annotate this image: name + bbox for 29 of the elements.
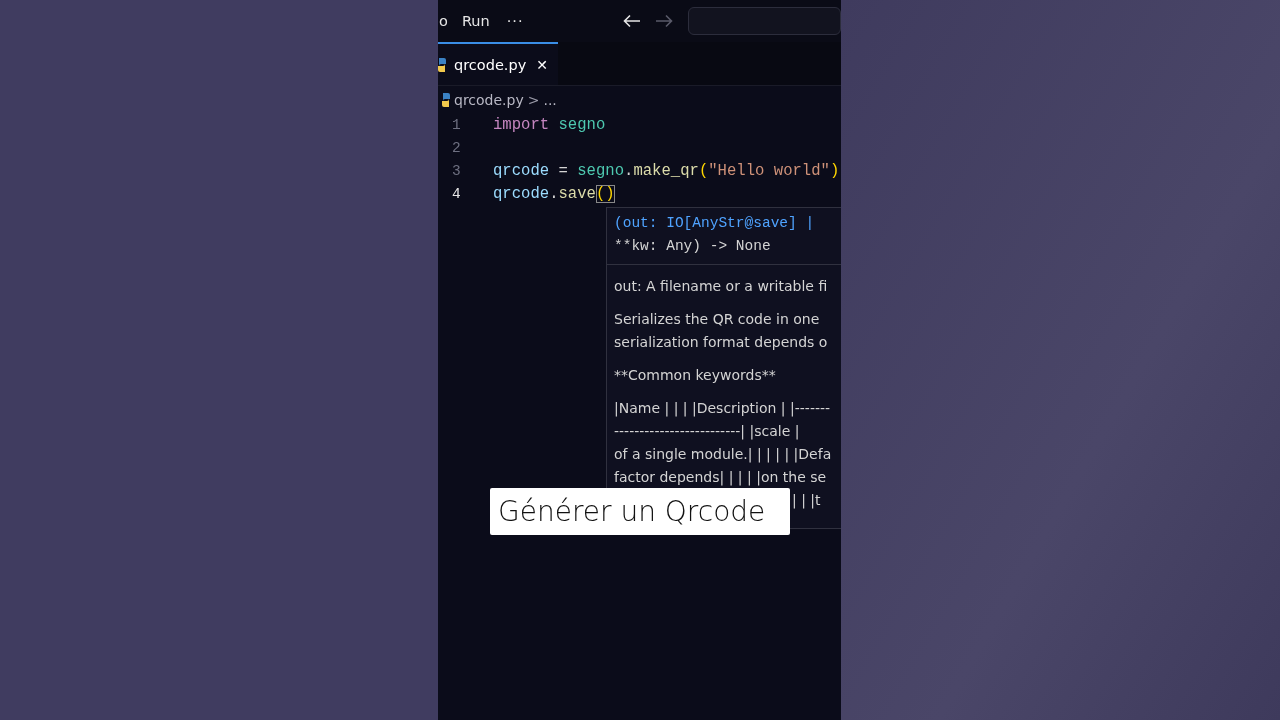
doc-text: of a single module.| | | | | |Defa (614, 445, 833, 465)
doc-text: **Common keywords** (614, 366, 777, 385)
breadcrumb-item[interactable]: ... (543, 92, 557, 108)
signature-line: (out: IO[AnyStr@save] | (614, 214, 816, 233)
search-field[interactable] (687, 7, 841, 35)
menu-item[interactable]: Run (461, 13, 490, 29)
line-number: 4 (451, 185, 462, 204)
back-arrow-icon[interactable] (622, 14, 641, 28)
file-type-icon (438, 57, 446, 72)
signature-line: **kw: Any) -> None (614, 237, 772, 256)
close-icon[interactable]: ✕ (536, 56, 548, 73)
doc-text: factor depends| | | | |on the se (614, 468, 828, 488)
line-number: 1 (451, 116, 462, 135)
caption-overlay: Générer un Qrcode (490, 488, 790, 535)
menu-item[interactable]: o (439, 13, 448, 29)
file-tab[interactable]: qrcode.py ✕ (438, 42, 558, 85)
more-menu[interactable]: ··· (506, 13, 524, 29)
code-line: import segno (493, 115, 606, 136)
doc-text: out: A filename or a writable fi (614, 277, 829, 296)
breadcrumb-separator: > (527, 92, 540, 108)
line-number: 2 (451, 139, 462, 158)
line-number: 3 (451, 162, 462, 181)
breadcrumb-item[interactable]: qrcode.py (454, 92, 524, 108)
doc-text: |Name | | | |Description | |------- (614, 399, 832, 419)
doc-text: Serializes the QR code in one (614, 310, 821, 329)
code-line: qrcode = segno.make_qr("Hello world") (493, 161, 840, 182)
code-line: qrcode.save() (493, 184, 615, 205)
doc-text: -------------------------| |scale | (614, 422, 801, 442)
doc-text: serialization format depends o (614, 333, 829, 352)
